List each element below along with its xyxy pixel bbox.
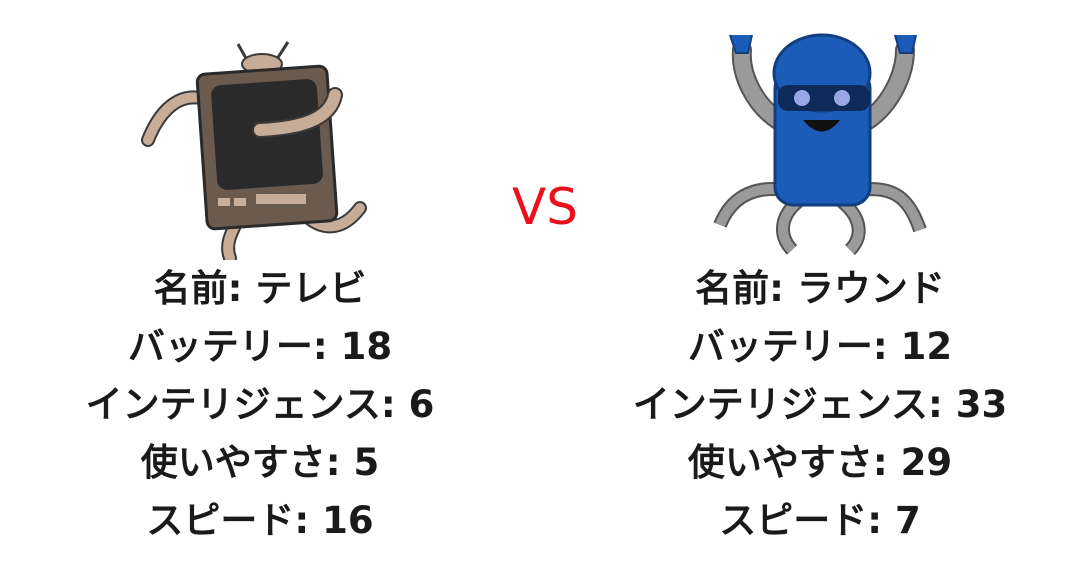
round-robot-icon (713, 33, 927, 255)
tv-robot-icon (141, 41, 367, 260)
stat-speed: スピード: 7 (719, 499, 921, 542)
stat-battery: バッテリー: 18 (127, 325, 393, 368)
stat-intelligence: インテリジェンス: 6 (85, 383, 435, 426)
robot-card-left: 名前: テレビ バッテリー: 18 インテリジェンス: 6 使いやすさ: 5 ス… (40, 30, 480, 550)
stats-list: 名前: テレビ バッテリー: 18 インテリジェンス: 6 使いやすさ: 5 ス… (40, 260, 480, 550)
vs-label: VS (512, 178, 578, 236)
stat-name: 名前: ラウンド (695, 267, 945, 310)
stats-list: 名前: ラウンド バッテリー: 12 インテリジェンス: 33 使いやすさ: 2… (600, 260, 1040, 550)
stat-battery: バッテリー: 12 (687, 325, 953, 368)
stat-speed: スピード: 16 (146, 499, 374, 542)
stat-usability: 使いやすさ: 5 (140, 441, 380, 484)
stat-usability: 使いやすさ: 29 (687, 441, 953, 484)
stat-name: 名前: テレビ (153, 267, 367, 310)
stat-intelligence: インテリジェンス: 33 (632, 383, 1008, 426)
robot-card-right: 名前: ラウンド バッテリー: 12 インテリジェンス: 33 使いやすさ: 2… (600, 25, 1040, 550)
